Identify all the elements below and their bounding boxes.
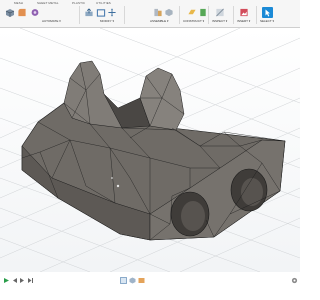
tab-sheet-metal[interactable]: SHEET METAL	[37, 1, 59, 5]
end-icon[interactable]	[27, 277, 34, 284]
fillet-icon[interactable]	[17, 8, 27, 17]
shell-icon[interactable]	[96, 8, 106, 17]
move-icon[interactable]	[107, 8, 117, 17]
timeline-body-icon[interactable]	[138, 277, 145, 284]
timeline-mesh-icon[interactable]	[129, 277, 136, 284]
separator	[233, 6, 234, 24]
group-automate[interactable]: AUTOMATE ▾	[42, 19, 61, 23]
select-arrow-icon[interactable]	[262, 7, 273, 18]
assemble-icon[interactable]	[164, 8, 174, 17]
insert-image-icon[interactable]	[239, 8, 249, 17]
tab-utilities[interactable]: UTILITIES	[96, 1, 111, 5]
cube-icon[interactable]	[5, 8, 15, 18]
tab-mesh[interactable]: MESH	[14, 1, 23, 5]
tab-plastic[interactable]: PLASTIC	[72, 1, 85, 5]
play-icon[interactable]	[3, 277, 10, 284]
separator	[179, 6, 180, 24]
automate-icon[interactable]	[30, 8, 40, 17]
group-modify[interactable]: MODIFY ▾	[100, 19, 114, 23]
3d-viewport[interactable]	[0, 28, 300, 272]
separator	[79, 6, 80, 24]
prev-icon[interactable]	[11, 277, 18, 284]
separator	[124, 6, 125, 24]
group-insert[interactable]: INSERT ▾	[237, 19, 250, 23]
group-construct[interactable]: CONSTRUCT ▾	[183, 19, 204, 23]
press-pull-icon[interactable]	[84, 8, 94, 17]
next-icon[interactable]	[19, 277, 26, 284]
group-inspect[interactable]: INSPECT ▾	[212, 19, 227, 23]
measure-icon[interactable]	[198, 8, 208, 17]
timeline-sketch-icon[interactable]	[120, 277, 127, 284]
plane-icon[interactable]	[187, 8, 197, 17]
group-select[interactable]: SELECT ▾	[260, 19, 274, 23]
joint-icon[interactable]	[153, 8, 163, 17]
group-assemble[interactable]: ASSEMBLE ▾	[150, 19, 169, 23]
separator	[208, 6, 209, 24]
ribbon-toolbar: MESH SHEET METAL PLASTIC UTILITIES AUTOM…	[0, 0, 300, 28]
section-icon[interactable]	[215, 8, 225, 17]
separator	[256, 6, 257, 24]
settings-icon[interactable]	[291, 277, 298, 284]
timeline-bar	[0, 274, 300, 300]
